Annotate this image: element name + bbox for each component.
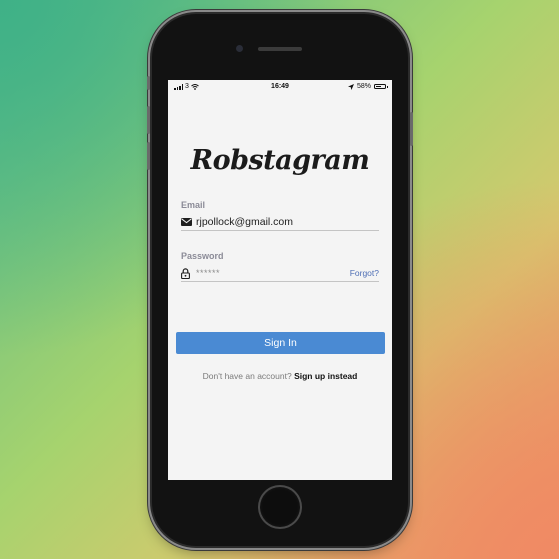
password-value: ******: [196, 268, 221, 278]
earpiece-speaker: [258, 47, 302, 51]
lock-icon: [181, 267, 193, 279]
forgot-password-link[interactable]: Forgot?: [350, 268, 379, 278]
password-field[interactable]: ****** Forgot?: [181, 265, 379, 282]
password-label: Password: [181, 251, 224, 261]
battery-fill: [376, 86, 381, 87]
email-label: Email: [181, 200, 206, 210]
mail-icon: [181, 216, 193, 228]
signup-prompt-row: Don't have an account? Sign up instead: [168, 371, 392, 381]
volume-up-button: [147, 106, 150, 134]
battery-percent: 58%: [356, 83, 371, 90]
sign-up-link[interactable]: Sign up instead: [294, 371, 357, 381]
battery-icon: [374, 84, 388, 89]
phone-frame: 3 16:49 58% Robstagram Email rjpollock@g…: [147, 14, 413, 546]
location-arrow-icon: [347, 83, 354, 90]
email-field[interactable]: rjpollock@gmail.com: [181, 214, 379, 231]
sign-in-button[interactable]: Sign In: [176, 332, 385, 354]
app-screen: 3 16:49 58% Robstagram Email rjpollock@g…: [168, 80, 392, 480]
front-camera: [236, 45, 243, 52]
home-button[interactable]: [260, 487, 300, 527]
volume-down-button: [147, 142, 150, 170]
app-logo: Robstagram: [190, 145, 370, 176]
signup-prompt-text: Don't have an account?: [202, 371, 292, 381]
status-right: 58%: [347, 83, 388, 90]
power-button: [410, 112, 413, 146]
silent-switch: [147, 76, 150, 90]
email-value: rjpollock@gmail.com: [196, 216, 294, 228]
status-bar: 3 16:49 58%: [168, 80, 392, 94]
